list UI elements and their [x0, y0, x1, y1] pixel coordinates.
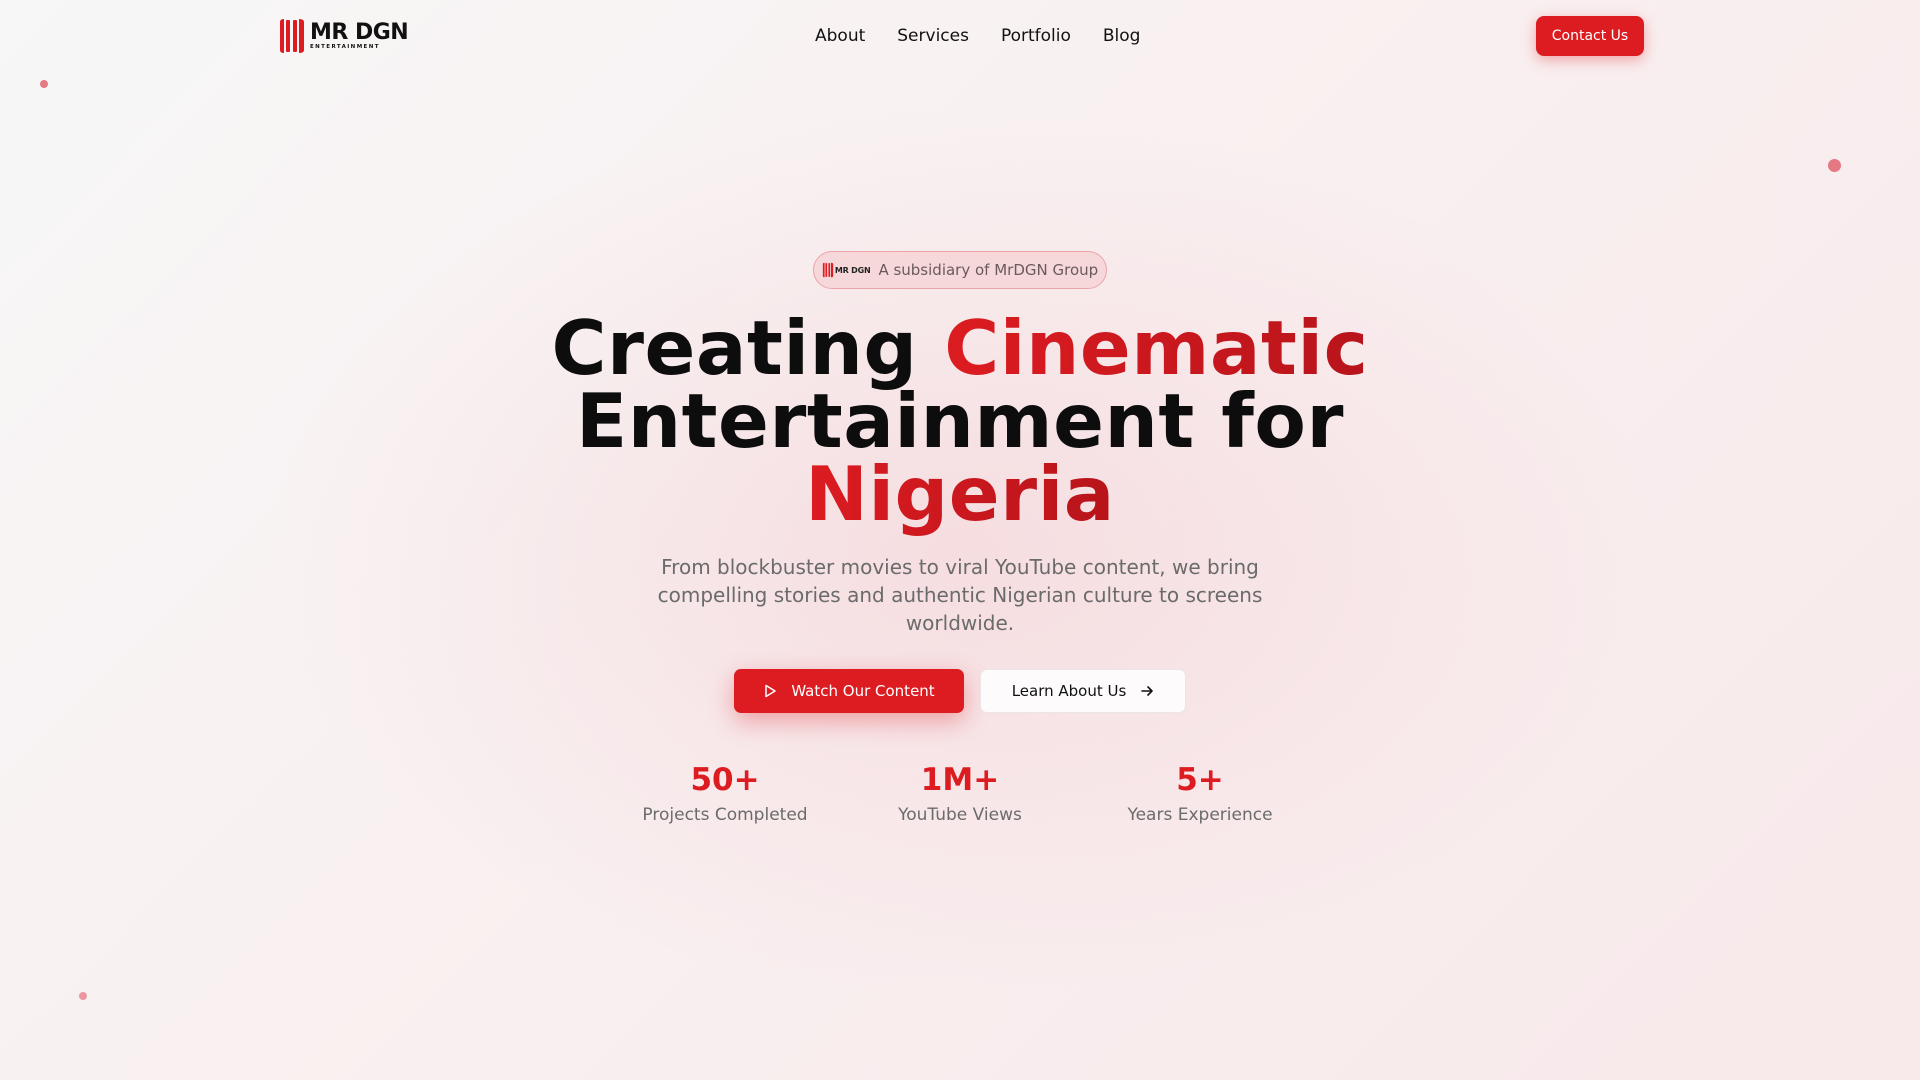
- logo-title: MR DGN: [310, 19, 409, 45]
- nav-link-services[interactable]: Services: [897, 26, 969, 46]
- watch-content-button[interactable]: Watch Our Content: [734, 669, 964, 713]
- stat-value: 1M+: [920, 762, 1000, 798]
- decorative-dot: [1828, 159, 1841, 172]
- logo-mark-icon: [280, 19, 304, 53]
- stat-item: 5+ Years Experience: [1080, 757, 1320, 825]
- stats-row: 50+ Projects Completed 1M+ YouTube Views…: [605, 757, 1355, 825]
- learn-about-button[interactable]: Learn About Us: [980, 669, 1186, 713]
- background-glow: [260, 100, 1660, 1000]
- nav-link-blog[interactable]: Blog: [1103, 26, 1141, 46]
- arrow-right-icon: [1141, 686, 1154, 696]
- stat-value: 5+: [1176, 762, 1224, 798]
- top-navigation: MR DGN ENTERTAINMENT About Services Port…: [0, 0, 1920, 72]
- play-icon: [765, 684, 777, 698]
- stat-label: Years Experience: [1127, 805, 1273, 825]
- hero-subtitle: From blockbuster movies to viral YouTube…: [657, 555, 1263, 635]
- subsidiary-badge: MR DGN A subsidiary of MrDGN Group: [813, 251, 1107, 289]
- stat-label: YouTube Views: [898, 805, 1022, 825]
- nav-link-about[interactable]: About: [815, 26, 865, 46]
- badge-text: A subsidiary of MrDGN Group: [878, 261, 1099, 279]
- stat-item: 50+ Projects Completed: [605, 757, 845, 825]
- badge-logo-mark-icon: [822, 262, 833, 278]
- hero-headline: Creating Cinematic Entertainment for Nig…: [460, 311, 1460, 532]
- badge-logo-text: MR DGN: [834, 265, 871, 275]
- learn-about-label: Learn About Us: [1011, 682, 1127, 700]
- nav-links: About Services Portfolio Blog: [815, 26, 1140, 46]
- contact-us-button[interactable]: Contact Us: [1536, 16, 1644, 56]
- logo-text: MR DGN ENTERTAINMENT: [310, 19, 409, 51]
- stat-item: 1M+ YouTube Views: [840, 757, 1080, 825]
- stat-value: 50+: [690, 762, 760, 798]
- headline-accent-2: Nigeria: [805, 450, 1115, 538]
- nav-link-portfolio[interactable]: Portfolio: [1001, 26, 1071, 46]
- decorative-dot: [79, 992, 87, 1000]
- logo-tagline: ENTERTAINMENT: [310, 43, 380, 50]
- stat-label: Projects Completed: [642, 805, 808, 825]
- badge-logo: MR DGN: [822, 262, 871, 278]
- decorative-dot: [40, 80, 48, 88]
- brand-logo[interactable]: MR DGN ENTERTAINMENT: [278, 18, 409, 54]
- watch-content-label: Watch Our Content: [791, 682, 935, 700]
